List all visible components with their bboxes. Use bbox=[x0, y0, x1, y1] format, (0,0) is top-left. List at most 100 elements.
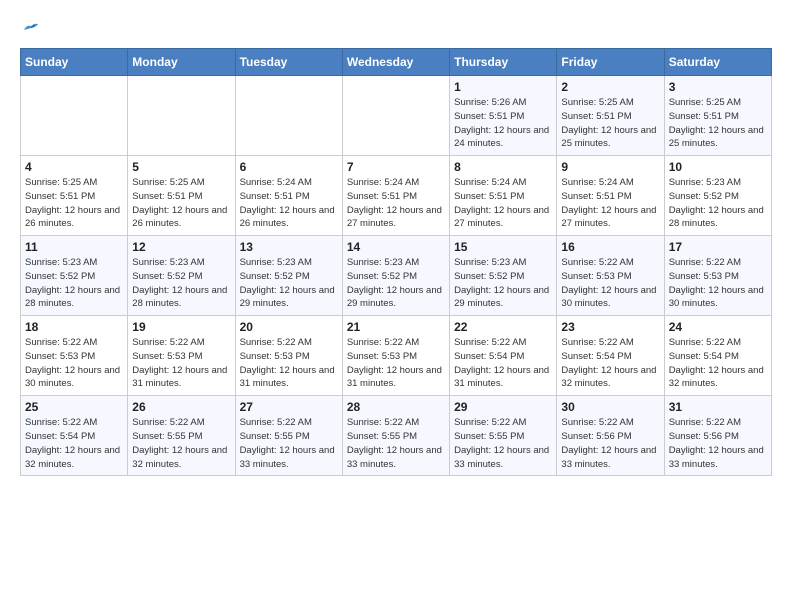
sunset-label: Sunset: 5:53 PM bbox=[347, 351, 417, 362]
day-number: 14 bbox=[347, 240, 445, 254]
sunrise-label: Sunrise: 5:22 AM bbox=[240, 417, 312, 428]
day-info: Sunrise: 5:23 AM Sunset: 5:52 PM Dayligh… bbox=[347, 256, 445, 311]
sunrise-label: Sunrise: 5:22 AM bbox=[561, 337, 633, 348]
day-number: 22 bbox=[454, 320, 552, 334]
calendar-cell: 1 Sunrise: 5:26 AM Sunset: 5:51 PM Dayli… bbox=[450, 76, 557, 156]
sunset-label: Sunset: 5:51 PM bbox=[25, 191, 95, 202]
day-number: 17 bbox=[669, 240, 767, 254]
sunrise-label: Sunrise: 5:26 AM bbox=[454, 97, 526, 108]
sunrise-label: Sunrise: 5:23 AM bbox=[240, 257, 312, 268]
day-info: Sunrise: 5:22 AM Sunset: 5:54 PM Dayligh… bbox=[561, 336, 659, 391]
sunrise-label: Sunrise: 5:22 AM bbox=[669, 337, 741, 348]
day-number: 9 bbox=[561, 160, 659, 174]
day-info: Sunrise: 5:22 AM Sunset: 5:53 PM Dayligh… bbox=[561, 256, 659, 311]
calendar-cell bbox=[342, 76, 449, 156]
day-info: Sunrise: 5:25 AM Sunset: 5:51 PM Dayligh… bbox=[132, 176, 230, 231]
sunset-label: Sunset: 5:51 PM bbox=[669, 111, 739, 122]
daylight-label: Daylight: 12 hours and 26 minutes. bbox=[25, 205, 120, 230]
day-info: Sunrise: 5:22 AM Sunset: 5:54 PM Dayligh… bbox=[25, 416, 123, 471]
daylight-label: Daylight: 12 hours and 30 minutes. bbox=[25, 365, 120, 390]
day-number: 26 bbox=[132, 400, 230, 414]
sunset-label: Sunset: 5:55 PM bbox=[240, 431, 310, 442]
day-info: Sunrise: 5:22 AM Sunset: 5:53 PM Dayligh… bbox=[132, 336, 230, 391]
sunset-label: Sunset: 5:52 PM bbox=[132, 271, 202, 282]
day-info: Sunrise: 5:25 AM Sunset: 5:51 PM Dayligh… bbox=[561, 96, 659, 151]
calendar-cell bbox=[21, 76, 128, 156]
sunrise-label: Sunrise: 5:22 AM bbox=[25, 417, 97, 428]
sunset-label: Sunset: 5:51 PM bbox=[132, 191, 202, 202]
sunset-label: Sunset: 5:54 PM bbox=[454, 351, 524, 362]
sunset-label: Sunset: 5:52 PM bbox=[240, 271, 310, 282]
daylight-label: Daylight: 12 hours and 26 minutes. bbox=[132, 205, 227, 230]
day-info: Sunrise: 5:22 AM Sunset: 5:53 PM Dayligh… bbox=[347, 336, 445, 391]
calendar-header-row: SundayMondayTuesdayWednesdayThursdayFrid… bbox=[21, 49, 772, 76]
day-number: 3 bbox=[669, 80, 767, 94]
calendar-cell: 26 Sunrise: 5:22 AM Sunset: 5:55 PM Dayl… bbox=[128, 396, 235, 476]
day-number: 20 bbox=[240, 320, 338, 334]
sunrise-label: Sunrise: 5:22 AM bbox=[454, 337, 526, 348]
sunrise-label: Sunrise: 5:24 AM bbox=[454, 177, 526, 188]
calendar-cell: 23 Sunrise: 5:22 AM Sunset: 5:54 PM Dayl… bbox=[557, 316, 664, 396]
header bbox=[20, 20, 772, 34]
sunset-label: Sunset: 5:51 PM bbox=[240, 191, 310, 202]
calendar-cell: 29 Sunrise: 5:22 AM Sunset: 5:55 PM Dayl… bbox=[450, 396, 557, 476]
sunrise-label: Sunrise: 5:24 AM bbox=[240, 177, 312, 188]
daylight-label: Daylight: 12 hours and 28 minutes. bbox=[132, 285, 227, 310]
day-number: 13 bbox=[240, 240, 338, 254]
daylight-label: Daylight: 12 hours and 31 minutes. bbox=[347, 365, 442, 390]
daylight-label: Daylight: 12 hours and 27 minutes. bbox=[347, 205, 442, 230]
calendar-cell: 28 Sunrise: 5:22 AM Sunset: 5:55 PM Dayl… bbox=[342, 396, 449, 476]
day-number: 31 bbox=[669, 400, 767, 414]
daylight-label: Daylight: 12 hours and 32 minutes. bbox=[669, 365, 764, 390]
sunrise-label: Sunrise: 5:23 AM bbox=[669, 177, 741, 188]
sunset-label: Sunset: 5:51 PM bbox=[454, 191, 524, 202]
calendar-cell: 18 Sunrise: 5:22 AM Sunset: 5:53 PM Dayl… bbox=[21, 316, 128, 396]
sunrise-label: Sunrise: 5:25 AM bbox=[669, 97, 741, 108]
daylight-label: Daylight: 12 hours and 32 minutes. bbox=[561, 365, 656, 390]
day-number: 30 bbox=[561, 400, 659, 414]
sunset-label: Sunset: 5:54 PM bbox=[669, 351, 739, 362]
sunrise-label: Sunrise: 5:23 AM bbox=[347, 257, 419, 268]
daylight-label: Daylight: 12 hours and 30 minutes. bbox=[669, 285, 764, 310]
page: SundayMondayTuesdayWednesdayThursdayFrid… bbox=[0, 0, 792, 486]
day-number: 6 bbox=[240, 160, 338, 174]
day-info: Sunrise: 5:23 AM Sunset: 5:52 PM Dayligh… bbox=[25, 256, 123, 311]
day-info: Sunrise: 5:23 AM Sunset: 5:52 PM Dayligh… bbox=[454, 256, 552, 311]
calendar-table: SundayMondayTuesdayWednesdayThursdayFrid… bbox=[20, 48, 772, 476]
day-info: Sunrise: 5:23 AM Sunset: 5:52 PM Dayligh… bbox=[132, 256, 230, 311]
day-info: Sunrise: 5:24 AM Sunset: 5:51 PM Dayligh… bbox=[240, 176, 338, 231]
sunset-label: Sunset: 5:53 PM bbox=[132, 351, 202, 362]
calendar-cell: 11 Sunrise: 5:23 AM Sunset: 5:52 PM Dayl… bbox=[21, 236, 128, 316]
calendar-cell: 31 Sunrise: 5:22 AM Sunset: 5:56 PM Dayl… bbox=[664, 396, 771, 476]
sunset-label: Sunset: 5:56 PM bbox=[561, 431, 631, 442]
day-number: 8 bbox=[454, 160, 552, 174]
sunrise-label: Sunrise: 5:25 AM bbox=[561, 97, 633, 108]
calendar-cell: 14 Sunrise: 5:23 AM Sunset: 5:52 PM Dayl… bbox=[342, 236, 449, 316]
daylight-label: Daylight: 12 hours and 29 minutes. bbox=[454, 285, 549, 310]
sunset-label: Sunset: 5:51 PM bbox=[454, 111, 524, 122]
sunrise-label: Sunrise: 5:24 AM bbox=[347, 177, 419, 188]
calendar-cell: 15 Sunrise: 5:23 AM Sunset: 5:52 PM Dayl… bbox=[450, 236, 557, 316]
day-number: 21 bbox=[347, 320, 445, 334]
sunset-label: Sunset: 5:52 PM bbox=[454, 271, 524, 282]
sunrise-label: Sunrise: 5:25 AM bbox=[132, 177, 204, 188]
weekday-header: Tuesday bbox=[235, 49, 342, 76]
bird-icon bbox=[22, 20, 40, 34]
calendar-week-row: 18 Sunrise: 5:22 AM Sunset: 5:53 PM Dayl… bbox=[21, 316, 772, 396]
day-number: 18 bbox=[25, 320, 123, 334]
sunrise-label: Sunrise: 5:22 AM bbox=[454, 417, 526, 428]
day-number: 11 bbox=[25, 240, 123, 254]
day-info: Sunrise: 5:22 AM Sunset: 5:53 PM Dayligh… bbox=[669, 256, 767, 311]
sunset-label: Sunset: 5:55 PM bbox=[132, 431, 202, 442]
day-number: 16 bbox=[561, 240, 659, 254]
calendar-cell: 21 Sunrise: 5:22 AM Sunset: 5:53 PM Dayl… bbox=[342, 316, 449, 396]
daylight-label: Daylight: 12 hours and 24 minutes. bbox=[454, 125, 549, 150]
calendar-cell: 5 Sunrise: 5:25 AM Sunset: 5:51 PM Dayli… bbox=[128, 156, 235, 236]
sunrise-label: Sunrise: 5:22 AM bbox=[347, 417, 419, 428]
day-number: 15 bbox=[454, 240, 552, 254]
day-number: 12 bbox=[132, 240, 230, 254]
calendar-cell: 17 Sunrise: 5:22 AM Sunset: 5:53 PM Dayl… bbox=[664, 236, 771, 316]
day-number: 28 bbox=[347, 400, 445, 414]
sunrise-label: Sunrise: 5:22 AM bbox=[132, 417, 204, 428]
calendar-cell: 4 Sunrise: 5:25 AM Sunset: 5:51 PM Dayli… bbox=[21, 156, 128, 236]
